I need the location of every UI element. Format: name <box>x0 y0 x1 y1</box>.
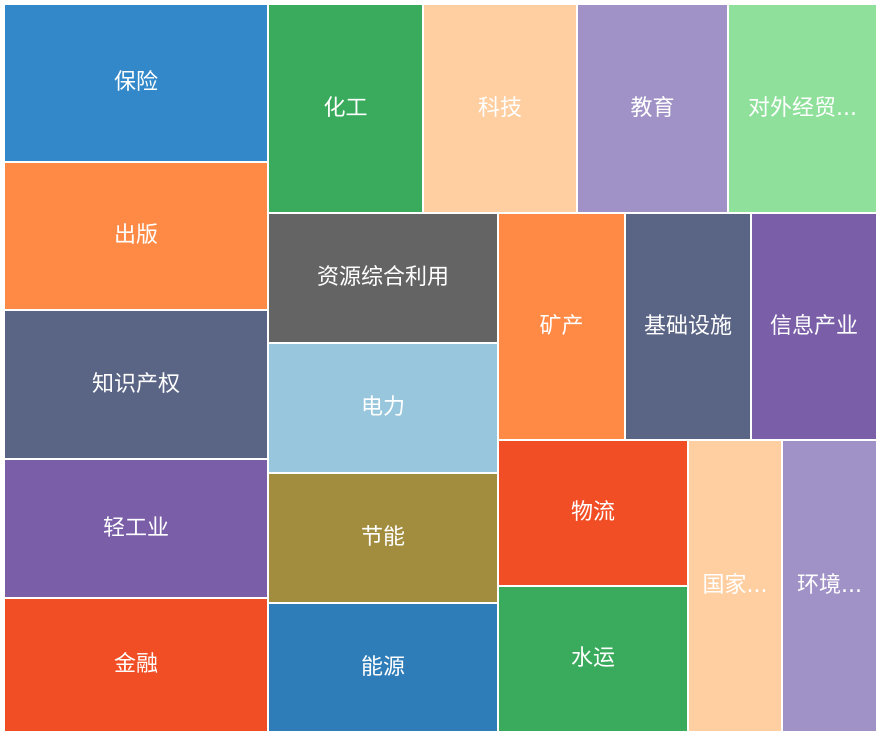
treemap-cell[interactable]: 资源综合利用 <box>268 213 498 343</box>
treemap-cell-label: 能源 <box>360 654 405 680</box>
treemap-cell[interactable]: 金融 <box>4 598 268 732</box>
treemap-cell[interactable]: 基础设施 <box>625 213 751 440</box>
treemap-cell-label: 基础设施 <box>643 313 732 339</box>
treemap-cell-label: 科技 <box>477 95 522 121</box>
treemap-cell-label: 轻工业 <box>102 515 169 541</box>
treemap-cell[interactable]: 知识产权 <box>4 310 268 459</box>
treemap-cell-label: 电力 <box>360 395 405 420</box>
treemap-cell-label: 信息产业 <box>769 313 858 339</box>
treemap-cell[interactable]: 水运 <box>498 586 688 732</box>
treemap-cell[interactable]: 出版 <box>4 162 268 310</box>
treemap-cell[interactable]: 信息产业 <box>751 213 877 440</box>
treemap-cell-label: 水运 <box>570 646 615 671</box>
treemap-cell[interactable]: 对外经贸... <box>728 4 877 213</box>
treemap-cell[interactable]: 保险 <box>4 4 268 162</box>
treemap-cell-label: 矿产 <box>539 313 584 339</box>
treemap-cell[interactable]: 节能 <box>268 473 498 603</box>
treemap-cell-label: 资源综合利用 <box>316 265 449 290</box>
treemap-cell-label: 对外经贸... <box>748 95 857 121</box>
treemap-cell-label: 保险 <box>113 70 158 95</box>
treemap-cell-label: 节能 <box>360 525 405 550</box>
treemap-cell-label: 环境... <box>797 573 862 598</box>
treemap-cell[interactable]: 国家... <box>688 440 782 732</box>
treemap-cell[interactable]: 电力 <box>268 343 498 473</box>
treemap-cell[interactable]: 科技 <box>423 4 577 213</box>
treemap-cell[interactable]: 化工 <box>268 4 423 213</box>
treemap-cell-label: 出版 <box>113 223 158 248</box>
treemap-cell[interactable]: 物流 <box>498 440 688 586</box>
treemap-cell-label: 物流 <box>570 500 615 525</box>
treemap-cell-label: 知识产权 <box>91 371 180 397</box>
treemap-cell-label: 化工 <box>323 95 368 121</box>
treemap-cell-label: 国家... <box>702 573 768 598</box>
treemap-cell-label: 金融 <box>113 652 158 677</box>
treemap-cell[interactable]: 矿产 <box>498 213 625 440</box>
treemap-cell[interactable]: 能源 <box>268 603 498 732</box>
treemap-cell[interactable]: 轻工业 <box>4 459 268 598</box>
treemap-cell-label: 教育 <box>630 95 675 121</box>
treemap-cell[interactable]: 教育 <box>577 4 728 213</box>
treemap-cell[interactable]: 环境... <box>782 440 877 732</box>
treemap-chart: 保险出版知识产权轻工业金融 化工 科技 教育 对外经贸... 资源综合利用 电力节能能源 矿产… <box>0 0 881 735</box>
